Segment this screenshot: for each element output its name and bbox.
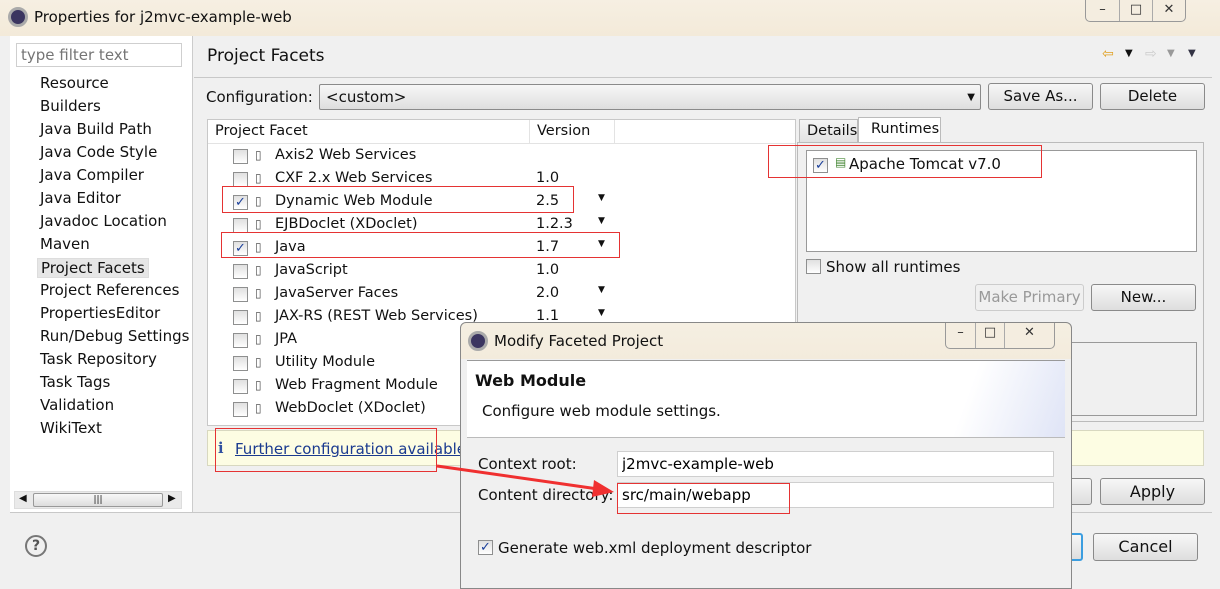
annotation-arrow [436, 464, 614, 497]
